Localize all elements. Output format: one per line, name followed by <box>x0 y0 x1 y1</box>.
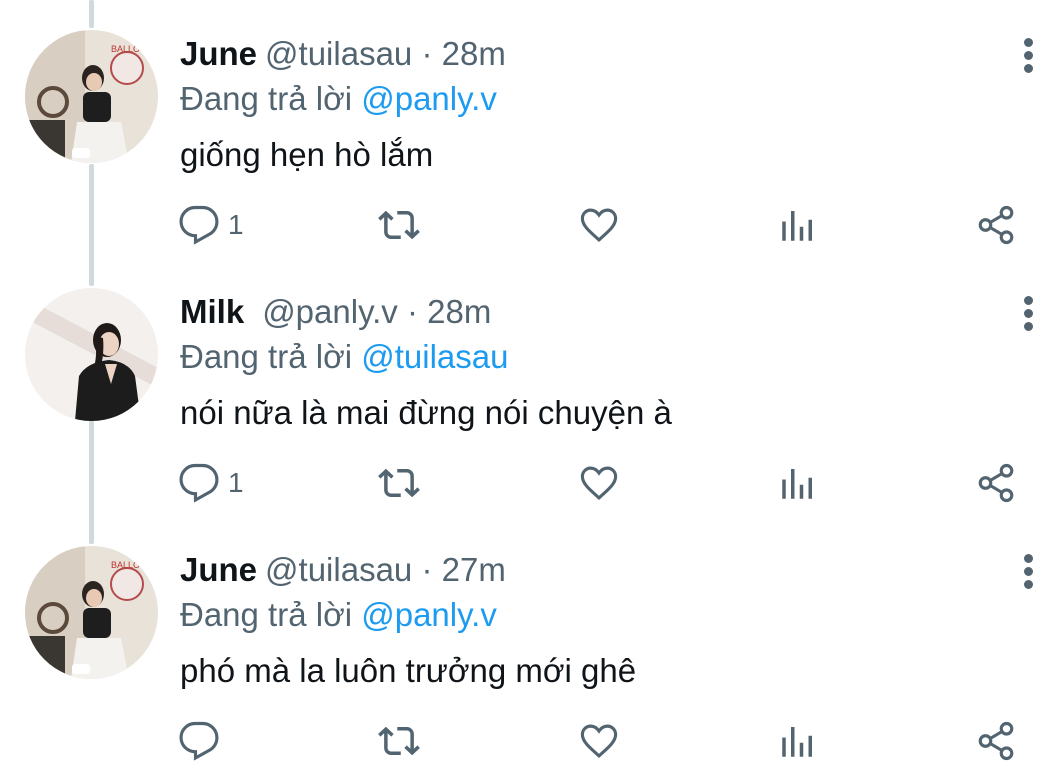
replying-to-label: Đang trả lời <box>180 80 353 117</box>
tweet-text: giống hẹn hò lắm <box>180 136 434 173</box>
more-options-icon[interactable] <box>1022 296 1034 332</box>
reply-button[interactable]: 1 <box>178 461 244 505</box>
share-icon <box>978 205 1014 245</box>
svg-text:BALLO: BALLO <box>111 560 140 570</box>
views-button[interactable] <box>777 719 819 763</box>
reply-icon <box>179 463 219 503</box>
username-handle[interactable]: @panly.v <box>262 293 398 330</box>
replying-to: Đang trả lời @tuilasau <box>180 336 508 378</box>
reply-icon <box>179 721 219 761</box>
separator-dot: · <box>421 35 433 72</box>
avatar[interactable] <box>25 288 158 421</box>
reply-count: 1 <box>228 209 244 240</box>
reply-button[interactable] <box>178 719 228 763</box>
retweet-button[interactable] <box>378 461 420 505</box>
retweet-icon <box>378 210 420 240</box>
avatar[interactable]: BALLO <box>25 546 158 679</box>
reply-button[interactable]: 1 <box>178 203 244 247</box>
share-button[interactable] <box>975 461 1017 505</box>
avatar-june-image: BALLO <box>25 30 158 163</box>
views-icon <box>782 211 812 241</box>
reply-icon <box>179 205 219 245</box>
display-name[interactable]: June <box>180 35 257 72</box>
replying-to: Đang trả lời @panly.v <box>180 78 497 120</box>
separator-dot: · <box>421 551 433 588</box>
tweet-header: Milk @panly.v · 28m <box>180 292 491 332</box>
username-handle[interactable]: @tuilasau <box>265 35 412 72</box>
tweet[interactable]: BALLO June @tuilasau · 28m Đang trả lời @… <box>0 0 1056 258</box>
more-options-icon[interactable] <box>1022 554 1034 590</box>
avatar-milk-image <box>25 288 158 421</box>
retweet-icon <box>378 468 420 498</box>
replying-to-label: Đang trả lời <box>180 596 353 633</box>
tweet-actions <box>0 719 1056 763</box>
mention-link[interactable]: @tuilasau <box>361 338 508 375</box>
tweet-actions: 1 <box>0 203 1056 247</box>
timestamp[interactable]: 27m <box>442 551 506 588</box>
tweet-actions: 1 <box>0 461 1056 505</box>
share-button[interactable] <box>975 203 1017 247</box>
views-icon <box>782 727 812 757</box>
reply-count: 1 <box>228 467 244 498</box>
mention-link[interactable]: @panly.v <box>361 80 497 117</box>
avatar[interactable]: BALLO <box>25 30 158 163</box>
retweet-button[interactable] <box>378 719 420 763</box>
tweet-text: phó mà la luôn trưởng mới ghê <box>180 652 637 689</box>
replying-to: Đang trả lời @panly.v <box>180 594 497 636</box>
tweet-header: June @tuilasau · 28m <box>180 34 506 74</box>
views-icon <box>782 469 812 499</box>
display-name[interactable]: June <box>180 551 257 588</box>
tweet-thread: BALLO June @tuilasau · 28m Đang trả lời @… <box>0 0 1056 780</box>
display-name[interactable]: Milk <box>180 293 244 330</box>
retweet-button[interactable] <box>378 203 420 247</box>
timestamp[interactable]: 28m <box>427 293 491 330</box>
views-button[interactable] <box>777 203 819 247</box>
tweet-header: June @tuilasau · 27m <box>180 550 506 590</box>
username-handle[interactable]: @tuilasau <box>265 551 412 588</box>
tweet-text: nói nữa là mai đừng nói chuyện à <box>180 394 672 431</box>
share-icon <box>978 463 1014 503</box>
like-icon <box>580 208 618 242</box>
tweet[interactable]: Milk @panly.v · 28m Đang trả lời @tuilasa… <box>0 258 1056 516</box>
retweet-icon <box>378 726 420 756</box>
mention-link[interactable]: @panly.v <box>361 596 497 633</box>
share-button[interactable] <box>975 719 1017 763</box>
svg-text:BALLO: BALLO <box>111 44 140 54</box>
like-button[interactable] <box>578 461 620 505</box>
share-icon <box>978 721 1014 761</box>
more-options-icon[interactable] <box>1022 38 1034 74</box>
replying-to-label: Đang trả lời <box>180 338 353 375</box>
like-button[interactable] <box>578 719 620 763</box>
tweet[interactable]: BALLO June @tuilasau · 27m Đang trả lời @… <box>0 516 1056 780</box>
separator-dot: · <box>406 293 418 330</box>
timestamp[interactable]: 28m <box>442 35 506 72</box>
avatar-june-image: BALLO <box>25 546 158 679</box>
like-button[interactable] <box>578 203 620 247</box>
views-button[interactable] <box>777 461 819 505</box>
like-icon <box>580 466 618 500</box>
like-icon <box>580 724 618 758</box>
